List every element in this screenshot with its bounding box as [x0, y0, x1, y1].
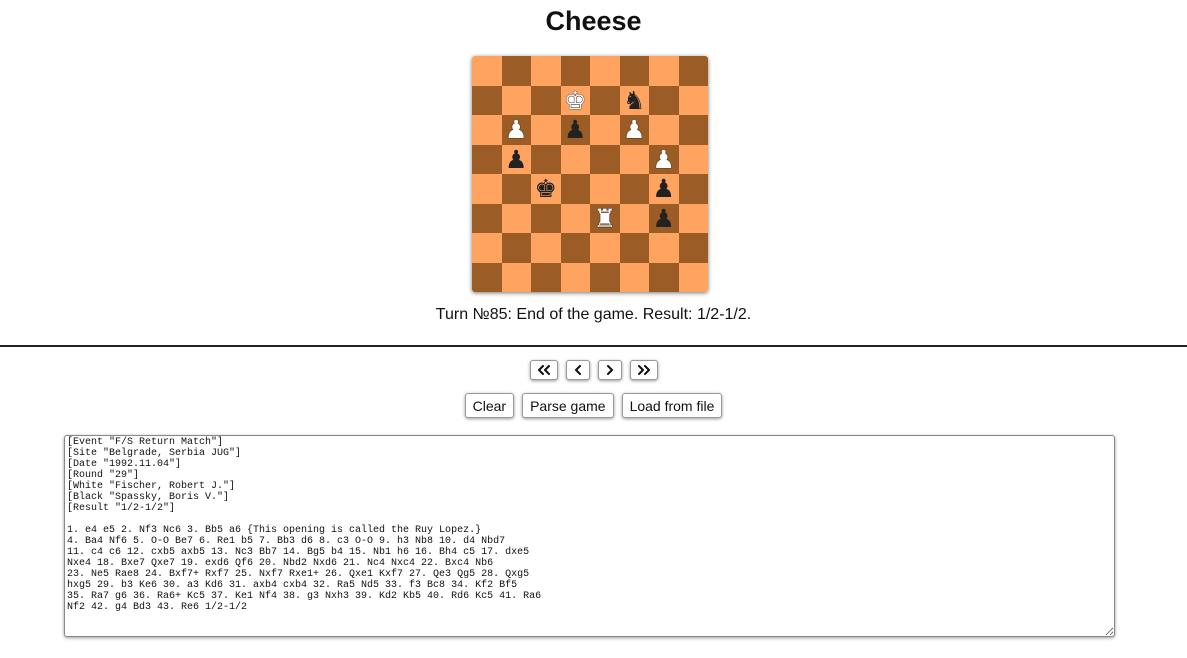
square-a2[interactable]: [472, 233, 502, 263]
square-a1[interactable]: [472, 262, 502, 292]
square-f4[interactable]: [619, 174, 649, 204]
black-pawn-icon[interactable]: ♟: [564, 117, 586, 142]
square-c5[interactable]: [531, 144, 561, 174]
square-h1[interactable]: [678, 262, 708, 292]
square-c2[interactable]: [531, 233, 561, 263]
square-f3[interactable]: [619, 203, 649, 233]
square-g2[interactable]: [649, 233, 679, 263]
square-d8[interactable]: [560, 56, 590, 86]
chevron-right-icon: [606, 365, 613, 375]
square-b5[interactable]: ♟: [501, 144, 531, 174]
pgn-textarea[interactable]: [Event "F/S Return Match"] [Site "Belgra…: [64, 435, 1115, 637]
square-a4[interactable]: [472, 174, 502, 204]
move-navigation: [0, 360, 1187, 380]
black-king-icon[interactable]: ♚: [535, 176, 557, 201]
divider: [0, 345, 1187, 347]
square-h3[interactable]: [678, 203, 708, 233]
black-knight-icon[interactable]: ♞: [623, 88, 645, 113]
square-g6[interactable]: [649, 115, 679, 145]
square-b3[interactable]: [501, 203, 531, 233]
square-d3[interactable]: [560, 203, 590, 233]
square-a5[interactable]: [472, 144, 502, 174]
double-chevron-left-icon: [537, 365, 550, 375]
square-e4[interactable]: [590, 174, 620, 204]
chess-board[interactable]: ♚ ♞ ♟ ♟ ♟ ♟ ♟ ♚ ♟ ♜ ♟: [472, 56, 708, 292]
square-a7[interactable]: [472, 85, 502, 115]
last-move-button[interactable]: [629, 360, 658, 380]
square-a8[interactable]: [472, 56, 502, 86]
square-e2[interactable]: [590, 233, 620, 263]
white-rook-icon[interactable]: ♜: [594, 206, 616, 231]
square-b1[interactable]: [501, 262, 531, 292]
square-g4[interactable]: ♟: [649, 174, 679, 204]
square-h7[interactable]: [678, 85, 708, 115]
load-from-file-button[interactable]: Load from file: [621, 393, 723, 418]
square-f7[interactable]: ♞: [619, 85, 649, 115]
square-b8[interactable]: [501, 56, 531, 86]
previous-move-button[interactable]: [565, 360, 590, 380]
square-f1[interactable]: [619, 262, 649, 292]
square-f8[interactable]: [619, 56, 649, 86]
parse-game-button[interactable]: Parse game: [522, 393, 614, 418]
square-b4[interactable]: [501, 174, 531, 204]
white-king-icon[interactable]: ♚: [564, 88, 586, 113]
square-c6[interactable]: [531, 115, 561, 145]
square-d1[interactable]: [560, 262, 590, 292]
square-b7[interactable]: [501, 85, 531, 115]
square-d7[interactable]: ♚: [560, 85, 590, 115]
square-f5[interactable]: [619, 144, 649, 174]
square-c8[interactable]: [531, 56, 561, 86]
square-b6[interactable]: ♟: [501, 115, 531, 145]
square-c3[interactable]: [531, 203, 561, 233]
white-pawn-icon[interactable]: ♟: [505, 117, 527, 142]
game-status: Turn №85: End of the game. Result: 1/2-1…: [435, 306, 752, 323]
square-h8[interactable]: [678, 56, 708, 86]
square-f2[interactable]: [619, 233, 649, 263]
black-pawn-icon[interactable]: ♟: [653, 206, 675, 231]
square-g3[interactable]: ♟: [649, 203, 679, 233]
square-d2[interactable]: [560, 233, 590, 263]
black-pawn-icon[interactable]: ♟: [505, 147, 527, 172]
square-h4[interactable]: [678, 174, 708, 204]
square-e7[interactable]: [590, 85, 620, 115]
action-buttons: Clear Parse game Load from file: [0, 393, 1187, 418]
square-a6[interactable]: [472, 115, 502, 145]
square-e8[interactable]: [590, 56, 620, 86]
next-move-button[interactable]: [597, 360, 622, 380]
double-chevron-right-icon: [637, 365, 650, 375]
white-pawn-icon[interactable]: ♟: [653, 147, 675, 172]
square-a3[interactable]: [472, 203, 502, 233]
square-g7[interactable]: [649, 85, 679, 115]
square-d4[interactable]: [560, 174, 590, 204]
square-e5[interactable]: [590, 144, 620, 174]
square-h6[interactable]: [678, 115, 708, 145]
square-e3[interactable]: ♜: [590, 203, 620, 233]
square-h2[interactable]: [678, 233, 708, 263]
square-c1[interactable]: [531, 262, 561, 292]
first-move-button[interactable]: [529, 360, 558, 380]
black-pawn-icon[interactable]: ♟: [653, 176, 675, 201]
square-g1[interactable]: [649, 262, 679, 292]
square-h5[interactable]: [678, 144, 708, 174]
square-b2[interactable]: [501, 233, 531, 263]
page-title: Cheese: [545, 6, 642, 36]
square-f6[interactable]: ♟: [619, 115, 649, 145]
square-d6[interactable]: ♟: [560, 115, 590, 145]
square-c4[interactable]: ♚: [531, 174, 561, 204]
square-g5[interactable]: ♟: [649, 144, 679, 174]
clear-button[interactable]: Clear: [464, 393, 515, 418]
white-pawn-icon[interactable]: ♟: [623, 117, 645, 142]
square-g8[interactable]: [649, 56, 679, 86]
square-e6[interactable]: [590, 115, 620, 145]
chevron-left-icon: [574, 365, 581, 375]
square-d5[interactable]: [560, 144, 590, 174]
square-e1[interactable]: [590, 262, 620, 292]
square-c7[interactable]: [531, 85, 561, 115]
